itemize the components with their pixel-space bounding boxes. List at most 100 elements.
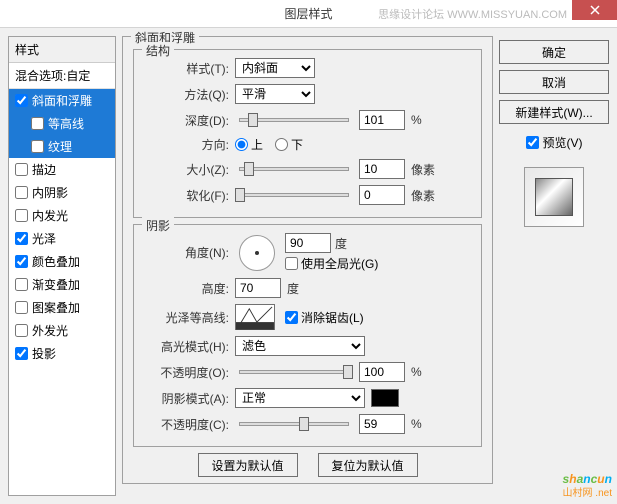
new-style-button[interactable]: 新建样式(W)...: [499, 100, 609, 124]
s-opacity-input[interactable]: [359, 414, 405, 434]
shadow-color-swatch[interactable]: [371, 389, 399, 407]
shading-fieldset: 阴影 角度(N): 度 使用全局光(G) 高度: 度: [133, 224, 482, 447]
watermark-text: 思缘设计论坛 WWW.MISSYUAN.COM: [378, 6, 567, 22]
style-item-label: 等高线: [48, 115, 84, 132]
style-item-checkbox[interactable]: [15, 278, 28, 291]
style-item-label: 斜面和浮雕: [32, 92, 92, 109]
window-title: 图层样式: [284, 5, 332, 22]
style-item-checkbox[interactable]: [15, 186, 28, 199]
style-item-label: 图案叠加: [32, 299, 80, 316]
shadow-mode-label: 阴影模式(A):: [144, 390, 229, 407]
angle-picker[interactable]: [239, 235, 275, 271]
altitude-label: 高度:: [144, 280, 229, 297]
contour-icon: [236, 305, 274, 330]
style-item-checkbox[interactable]: [15, 94, 28, 107]
style-item-颜色叠加[interactable]: 颜色叠加: [9, 250, 115, 273]
size-slider[interactable]: [239, 167, 349, 171]
gloss-label: 光泽等高线:: [144, 309, 229, 326]
style-item-光泽[interactable]: 光泽: [9, 227, 115, 250]
s-opacity-label: 不透明度(C):: [144, 416, 229, 433]
shadow-mode-select[interactable]: 正常: [235, 388, 365, 408]
soften-slider[interactable]: [239, 193, 349, 197]
style-item-label: 光泽: [32, 230, 56, 247]
direction-down[interactable]: 下: [275, 136, 303, 153]
soften-unit: 像素: [411, 187, 435, 204]
reset-default-button[interactable]: 复位为默认值: [318, 453, 418, 477]
cancel-button[interactable]: 取消: [499, 70, 609, 94]
style-item-内发光[interactable]: 内发光: [9, 204, 115, 227]
s-opacity-slider[interactable]: [239, 422, 349, 426]
size-unit: 像素: [411, 161, 435, 178]
style-list-panel: 样式 混合选项:自定 斜面和浮雕等高线纹理描边内阴影内发光光泽颜色叠加渐变叠加图…: [8, 36, 116, 496]
style-item-内阴影[interactable]: 内阴影: [9, 181, 115, 204]
soften-label: 软化(F):: [144, 187, 229, 204]
antialias-check[interactable]: 消除锯齿(L): [285, 309, 364, 326]
highlight-label: 高光模式(H):: [144, 338, 229, 355]
style-item-checkbox[interactable]: [15, 163, 28, 176]
direction-label: 方向:: [144, 136, 229, 153]
style-item-描边[interactable]: 描边: [9, 158, 115, 181]
method-label: 方法(Q):: [144, 86, 229, 103]
style-label: 样式(T):: [144, 60, 229, 77]
style-item-label: 纹理: [48, 138, 72, 155]
main-panel: 斜面和浮雕 结构 样式(T): 内斜面 方法(Q): 平滑 深度(D): %: [122, 36, 493, 496]
style-item-checkbox[interactable]: [15, 209, 28, 222]
style-item-纹理[interactable]: 纹理: [9, 135, 115, 158]
h-opacity-input[interactable]: [359, 362, 405, 382]
size-label: 大小(Z):: [144, 161, 229, 178]
style-item-label: 颜色叠加: [32, 253, 80, 270]
up-radio[interactable]: [235, 138, 248, 151]
style-item-checkbox[interactable]: [31, 117, 44, 130]
style-item-投影[interactable]: 投影: [9, 342, 115, 365]
size-input[interactable]: [359, 159, 405, 179]
h-opacity-slider[interactable]: [239, 370, 349, 374]
highlight-mode-select[interactable]: 滤色: [235, 336, 365, 356]
depth-label: 深度(D):: [144, 112, 229, 129]
down-radio[interactable]: [275, 138, 288, 151]
preview-checkbox[interactable]: 预览(V): [499, 134, 609, 151]
depth-input[interactable]: [359, 110, 405, 130]
dialog-content: 样式 混合选项:自定 斜面和浮雕等高线纹理描边内阴影内发光光泽颜色叠加渐变叠加图…: [0, 28, 617, 504]
style-item-checkbox[interactable]: [15, 232, 28, 245]
style-item-label: 内发光: [32, 207, 68, 224]
titlebar: 图层样式 思缘设计论坛 WWW.MISSYUAN.COM: [0, 0, 617, 28]
style-item-checkbox[interactable]: [31, 140, 44, 153]
style-item-渐变叠加[interactable]: 渐变叠加: [9, 273, 115, 296]
style-item-label: 渐变叠加: [32, 276, 80, 293]
set-default-button[interactable]: 设置为默认值: [198, 453, 298, 477]
style-item-外发光[interactable]: 外发光: [9, 319, 115, 342]
ok-button[interactable]: 确定: [499, 40, 609, 64]
style-item-label: 内阴影: [32, 184, 68, 201]
angle-input[interactable]: [285, 233, 331, 253]
gloss-contour[interactable]: [235, 304, 275, 330]
bevel-fieldset: 斜面和浮雕 结构 样式(T): 内斜面 方法(Q): 平滑 深度(D): %: [122, 36, 493, 484]
method-select[interactable]: 平滑: [235, 84, 315, 104]
style-item-checkbox[interactable]: [15, 301, 28, 314]
direction-up[interactable]: 上: [235, 136, 263, 153]
depth-unit: %: [411, 113, 422, 127]
right-panel: 确定 取消 新建样式(W)... 预览(V): [499, 36, 609, 496]
style-list-subheader[interactable]: 混合选项:自定: [9, 63, 115, 89]
close-button[interactable]: [572, 0, 617, 20]
style-item-label: 描边: [32, 161, 56, 178]
style-item-等高线[interactable]: 等高线: [9, 112, 115, 135]
altitude-input[interactable]: [235, 278, 281, 298]
depth-slider[interactable]: [239, 118, 349, 122]
global-light-check[interactable]: 使用全局光(G): [285, 255, 378, 272]
structure-title: 结构: [142, 42, 174, 59]
soften-input[interactable]: [359, 185, 405, 205]
style-item-checkbox[interactable]: [15, 347, 28, 360]
style-list-header: 样式: [9, 37, 115, 63]
preview-thumbnail: [524, 167, 584, 227]
style-select[interactable]: 内斜面: [235, 58, 315, 78]
structure-fieldset: 结构 样式(T): 内斜面 方法(Q): 平滑 深度(D): % 方向:: [133, 49, 482, 218]
style-item-label: 投影: [32, 345, 56, 362]
style-item-label: 外发光: [32, 322, 68, 339]
style-item-checkbox[interactable]: [15, 324, 28, 337]
style-item-斜面和浮雕[interactable]: 斜面和浮雕: [9, 89, 115, 112]
style-item-图案叠加[interactable]: 图案叠加: [9, 296, 115, 319]
style-item-checkbox[interactable]: [15, 255, 28, 268]
h-opacity-label: 不透明度(O):: [144, 364, 229, 381]
shading-title: 阴影: [142, 217, 174, 234]
angle-label: 角度(N):: [144, 244, 229, 261]
